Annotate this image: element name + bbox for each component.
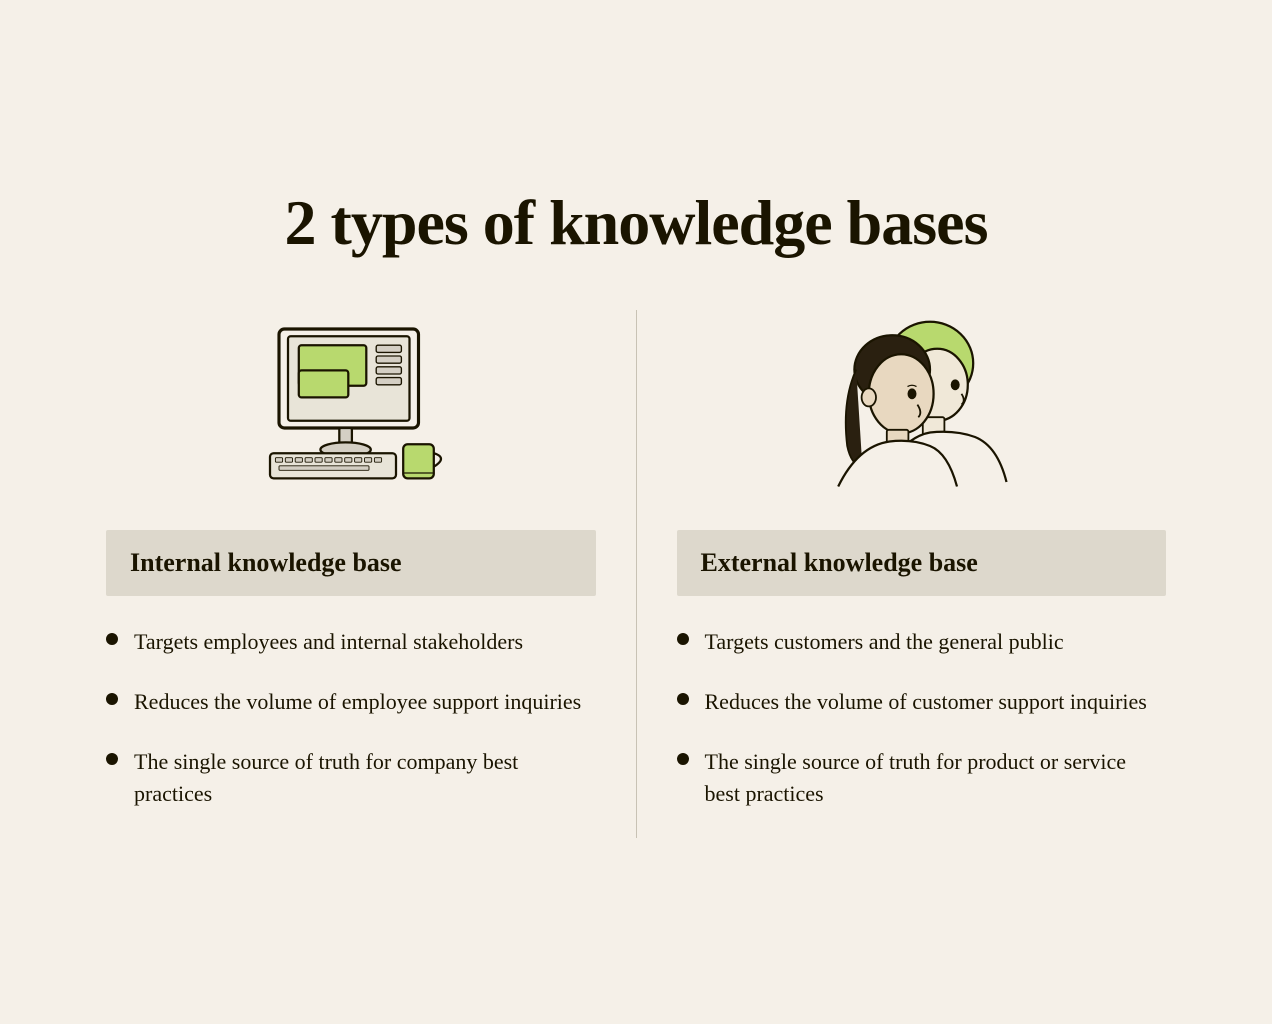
bullet-dot <box>106 693 118 705</box>
external-column: External knowledge base Targets customer… <box>677 310 1167 838</box>
external-icon-area <box>677 310 1167 510</box>
page-container: 2 types of knowledge bases <box>86 146 1186 878</box>
external-bullet-3: The single source of truth for product o… <box>705 746 1167 810</box>
internal-icon-area <box>106 310 596 510</box>
internal-header-box: Internal knowledge base <box>106 530 596 596</box>
internal-bullet-3: The single source of truth for company b… <box>134 746 596 810</box>
column-divider <box>636 310 637 838</box>
computer-icon <box>251 320 451 500</box>
list-item: Targets customers and the general public <box>677 626 1167 658</box>
list-item: The single source of truth for company b… <box>106 746 596 810</box>
list-item: The single source of truth for product o… <box>677 746 1167 810</box>
external-header-text: External knowledge base <box>701 548 978 577</box>
external-bullet-list: Targets customers and the general public… <box>677 626 1167 810</box>
external-bullet-1: Targets customers and the general public <box>705 626 1064 658</box>
external-bullet-2: Reduces the volume of customer support i… <box>705 686 1147 718</box>
internal-bullet-1: Targets employees and internal stakehold… <box>134 626 523 658</box>
list-item: Reduces the volume of customer support i… <box>677 686 1167 718</box>
internal-column: Internal knowledge base Targets employee… <box>106 310 596 838</box>
bullet-dot <box>677 753 689 765</box>
bullet-dot <box>106 753 118 765</box>
bullet-dot <box>677 633 689 645</box>
people-icon <box>821 320 1021 500</box>
internal-bullet-2: Reduces the volume of employee support i… <box>134 686 581 718</box>
page-title: 2 types of knowledge bases <box>106 186 1166 260</box>
list-item: Targets employees and internal stakehold… <box>106 626 596 658</box>
list-item: Reduces the volume of employee support i… <box>106 686 596 718</box>
external-header-box: External knowledge base <box>677 530 1167 596</box>
bullet-dot <box>677 693 689 705</box>
bullet-dot <box>106 633 118 645</box>
columns-container: Internal knowledge base Targets employee… <box>106 310 1166 838</box>
internal-header-text: Internal knowledge base <box>130 548 402 577</box>
internal-bullet-list: Targets employees and internal stakehold… <box>106 626 596 810</box>
